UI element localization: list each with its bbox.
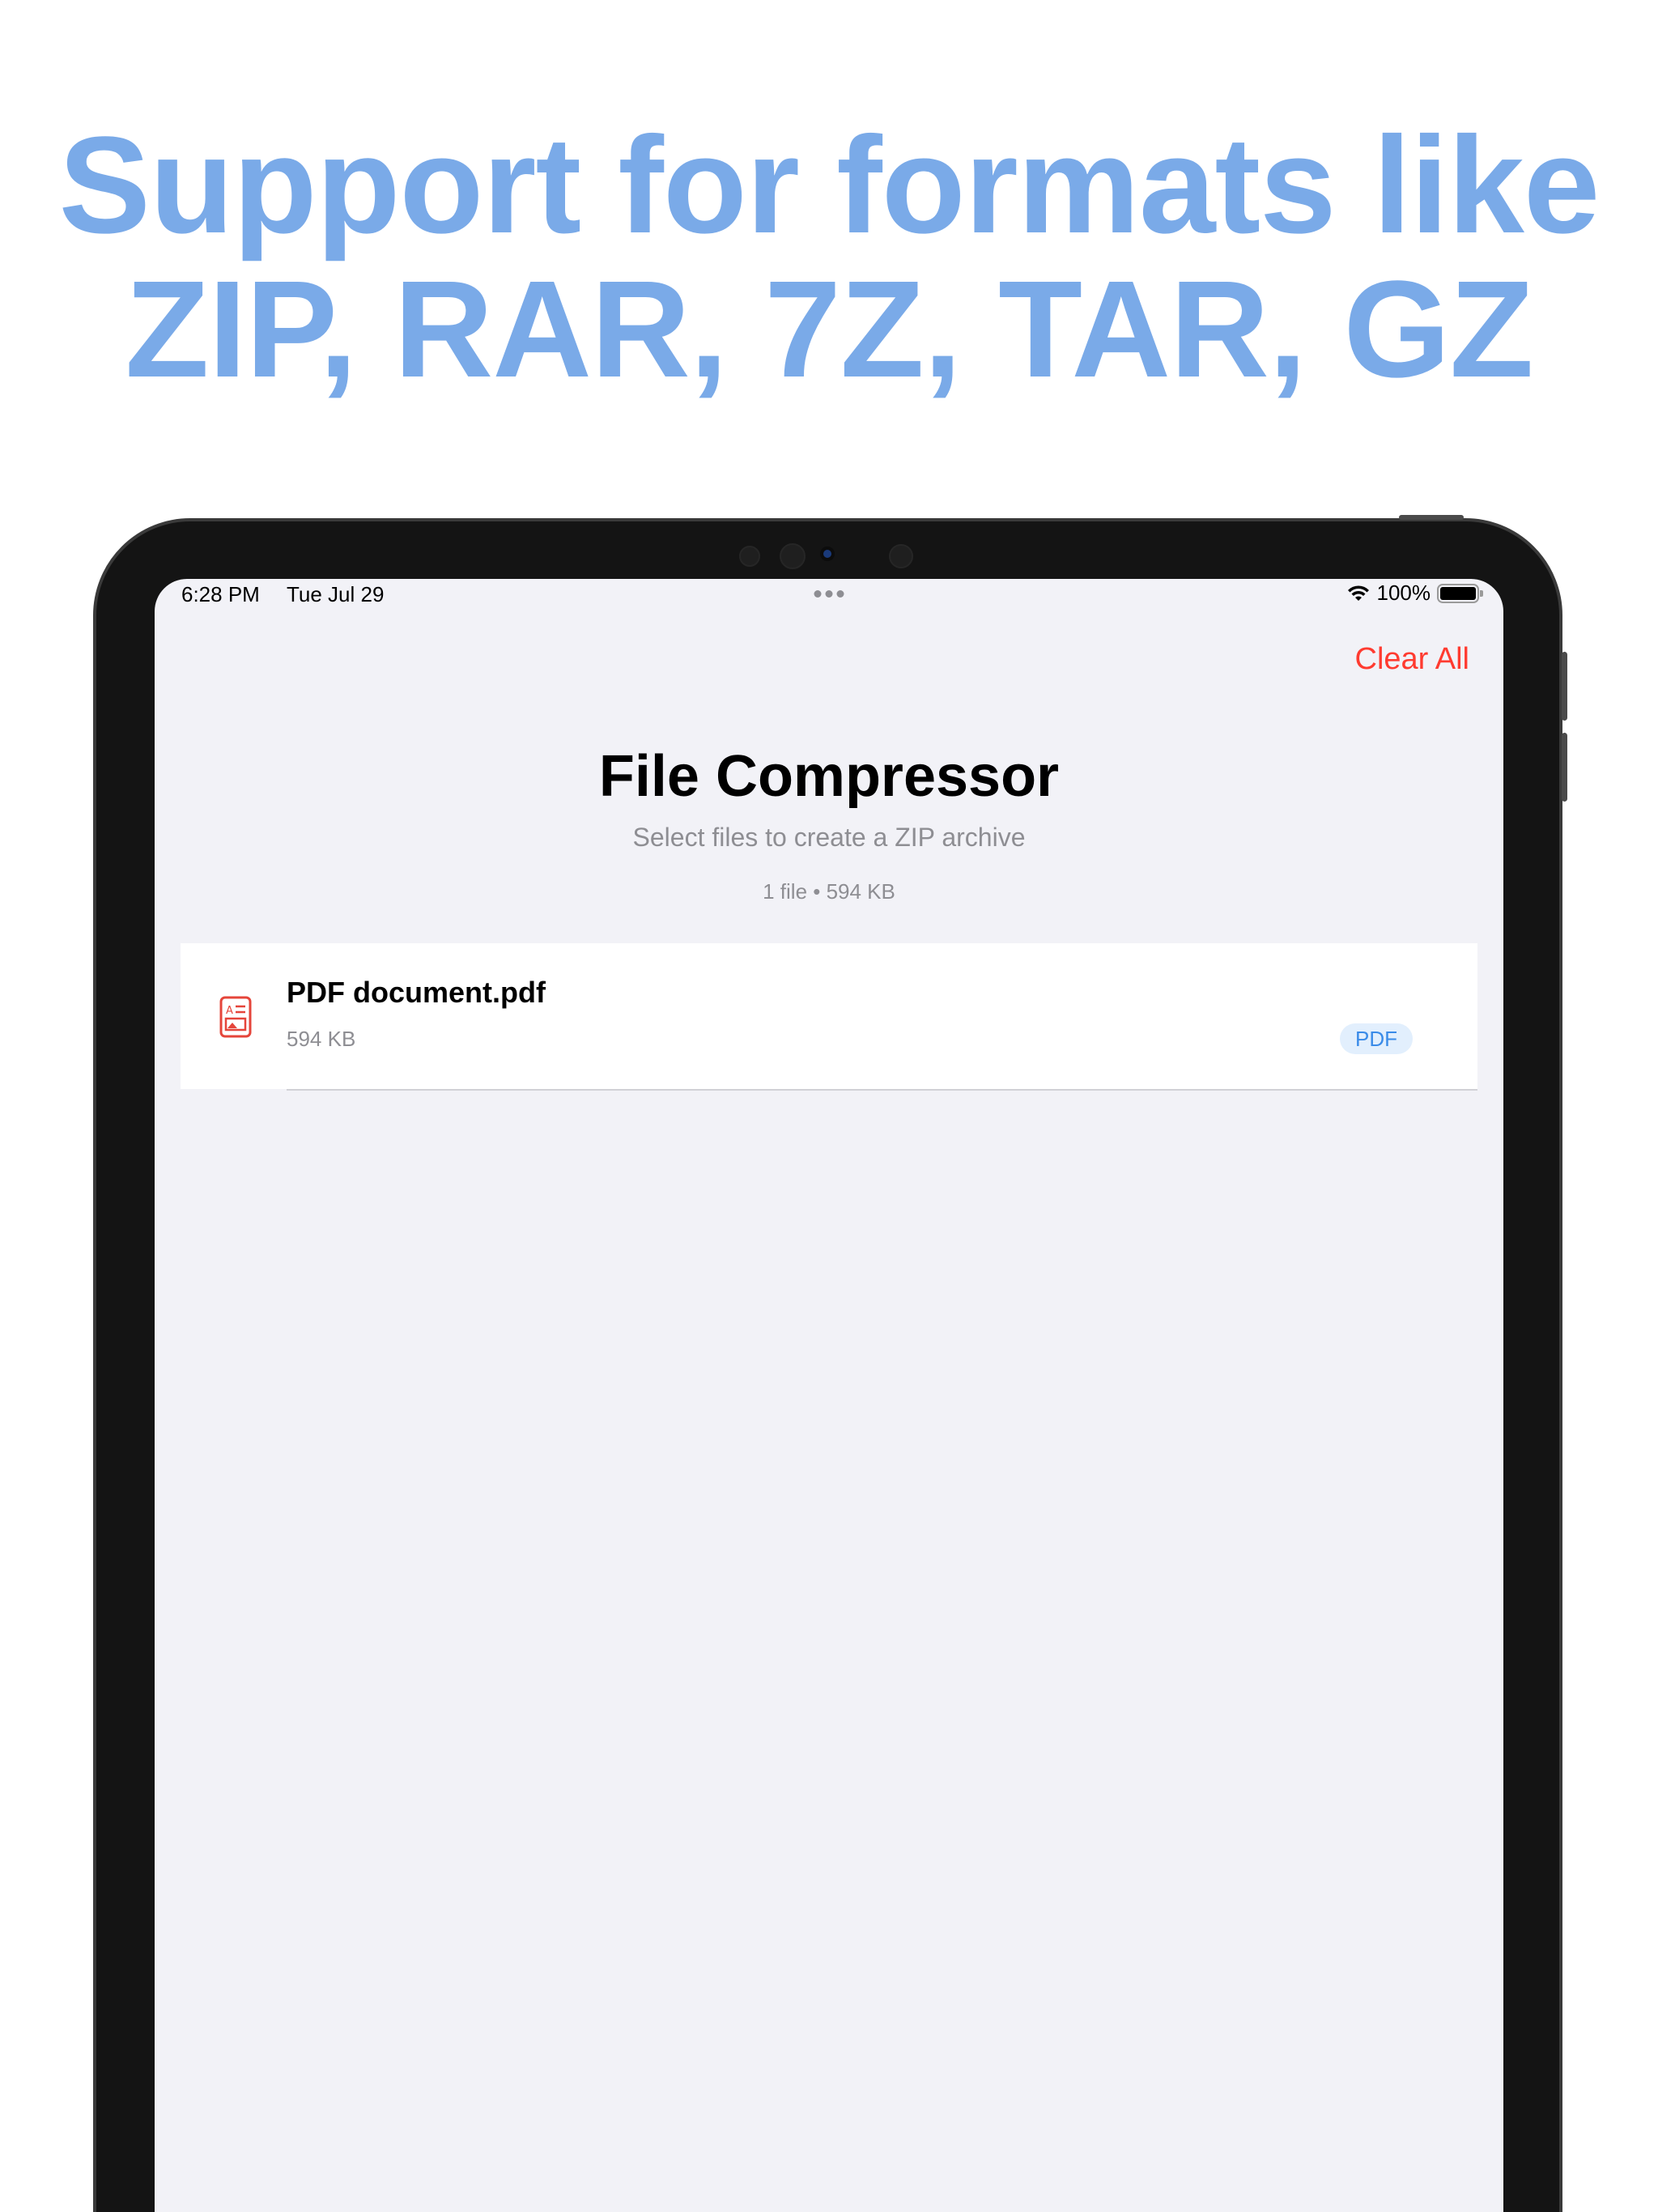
sensor-dot [738, 546, 760, 567]
sensor-dot [779, 543, 806, 569]
status-time: 6:28 PM [181, 582, 260, 606]
top-button [1399, 515, 1464, 520]
promo-headline-line2: ZIP, RAR, 7Z, TAR, GZ [125, 253, 1534, 406]
page-subtitle: Select files to create a ZIP archive [632, 823, 1026, 852]
promo-page: Support for formats like ZIP, RAR, 7Z, T… [0, 0, 1658, 2212]
status-date: Tue Jul 29 [287, 582, 385, 606]
wifi-icon [1347, 585, 1369, 601]
volume-up-button [1562, 652, 1567, 721]
promo-headline: Support for formats like ZIP, RAR, 7Z, T… [0, 113, 1658, 402]
battery-icon [1437, 583, 1483, 603]
file-type-badge: PDF [1340, 1023, 1413, 1054]
app-screen: 6:28 PM Tue Jul 29 100% Clear All File C… [155, 579, 1503, 2212]
clear-all-button[interactable]: Clear All [1355, 642, 1470, 677]
status-indicators: 100% [1346, 581, 1483, 606]
multitasking-dots-icon[interactable] [814, 590, 844, 598]
page-title: File Compressor [598, 744, 1060, 809]
file-list-item[interactable]: A PDF document.pdf 594 KB PDF [181, 943, 1477, 1089]
promo-headline-line1: Support for formats like [58, 108, 1601, 262]
svg-text:A: A [226, 1005, 233, 1017]
pdf-document-icon: A [219, 996, 252, 1038]
file-size: 594 KB [287, 1027, 356, 1051]
row-separator [287, 1089, 1477, 1091]
files-summary: 1 file • 594 KB [763, 879, 895, 904]
front-camera [707, 538, 950, 570]
file-name: PDF document.pdf [287, 976, 546, 1009]
camera-lens-icon [819, 547, 835, 561]
battery-fill [1440, 586, 1476, 600]
volume-down-button [1562, 733, 1567, 802]
battery-percent: 100% [1376, 581, 1431, 605]
status-bar: 6:28 PM Tue Jul 29 100% [155, 579, 1503, 611]
sensor-dot [888, 544, 913, 568]
